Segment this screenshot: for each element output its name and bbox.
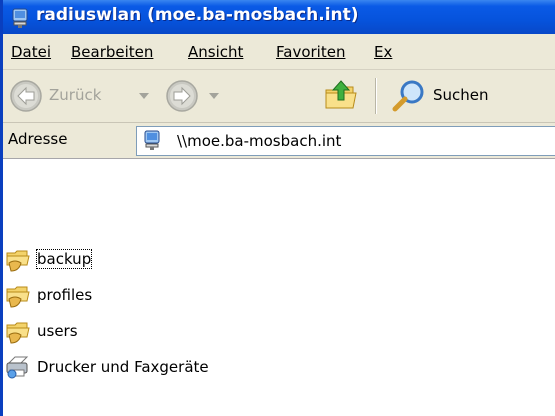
back-button[interactable]: Zurück bbox=[7, 76, 157, 116]
back-dropdown-icon bbox=[139, 93, 149, 99]
list-item-label: profiles bbox=[37, 286, 93, 304]
network-computer-icon bbox=[12, 8, 28, 28]
toolbar-separator bbox=[375, 78, 377, 114]
menu-ansicht[interactable]: Ansicht bbox=[188, 43, 243, 61]
forward-dropdown-icon bbox=[209, 93, 219, 99]
search-icon bbox=[392, 80, 424, 112]
menu-favoriten[interactable]: Favoriten bbox=[276, 43, 345, 61]
list-item-label: users bbox=[37, 322, 78, 340]
toolbar: Zurück Suchen bbox=[3, 70, 555, 123]
network-computer-icon bbox=[144, 130, 160, 150]
address-label: Adresse bbox=[8, 130, 68, 148]
address-value: \\moe.ba-mosbach.int bbox=[177, 132, 342, 150]
menu-extras[interactable]: Ex bbox=[374, 43, 392, 61]
back-label: Zurück bbox=[49, 86, 102, 104]
search-label: Suchen bbox=[433, 86, 489, 104]
address-bar: Adresse \\moe.ba-mosbach.int bbox=[3, 123, 555, 159]
list-item-label: backup bbox=[35, 249, 93, 269]
search-button[interactable]: Suchen bbox=[389, 76, 539, 116]
menu-datei[interactable]: Datei bbox=[11, 43, 51, 61]
window-title: radiuswlan (moe.ba-mosbach.int) bbox=[36, 5, 359, 25]
folder-up-button[interactable] bbox=[323, 78, 363, 116]
address-input[interactable]: \\moe.ba-mosbach.int bbox=[136, 126, 555, 156]
shared-folder-icon bbox=[6, 250, 30, 272]
back-arrow-icon bbox=[10, 80, 42, 112]
printers-folder-icon bbox=[6, 356, 29, 379]
explorer-window: radiuswlan (moe.ba-mosbach.int) Datei Be… bbox=[0, 0, 555, 416]
forward-button[interactable] bbox=[163, 76, 283, 116]
file-list: backup profiles users Drucker und Faxger… bbox=[3, 159, 555, 416]
menu-bearbeiten[interactable]: Bearbeiten bbox=[71, 43, 153, 61]
shared-folder-icon bbox=[6, 286, 30, 308]
shared-folder-icon bbox=[6, 322, 30, 344]
list-item-label: Drucker und Faxgeräte bbox=[37, 358, 209, 376]
folder-up-icon bbox=[325, 80, 357, 109]
menu-bar: Datei Bearbeiten Ansicht Favoriten Ex bbox=[3, 34, 555, 70]
forward-arrow-icon bbox=[166, 80, 198, 112]
title-bar[interactable]: radiuswlan (moe.ba-mosbach.int) bbox=[3, 0, 555, 34]
